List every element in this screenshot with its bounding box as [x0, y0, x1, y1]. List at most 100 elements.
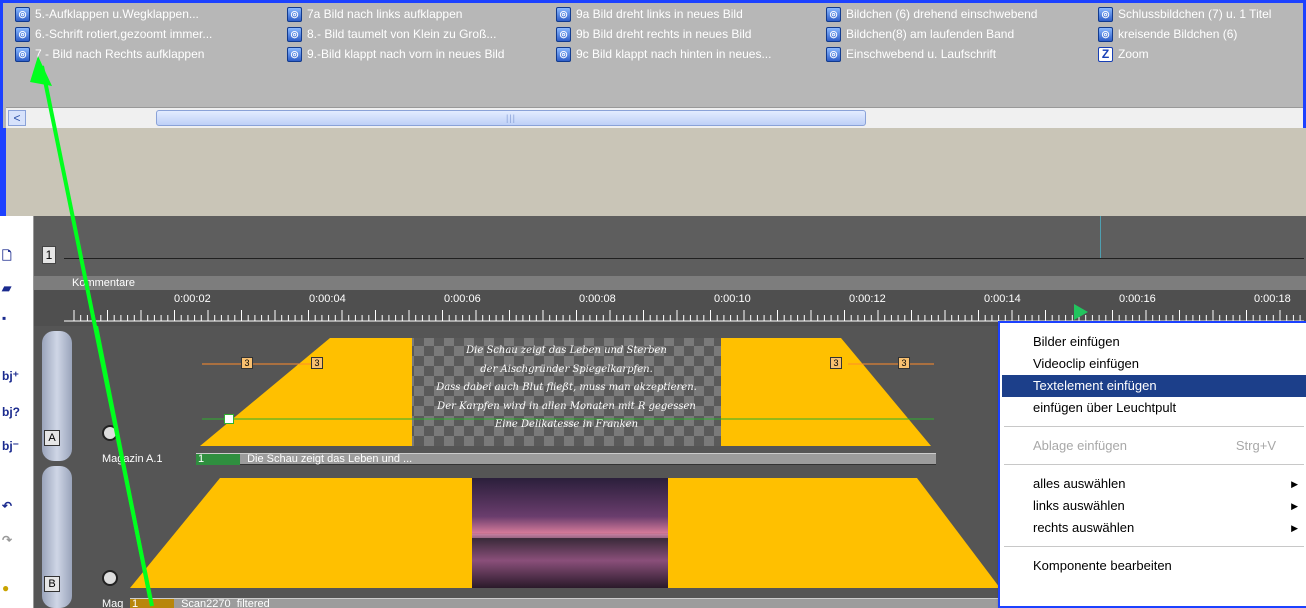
effect-item[interactable]: ◎ 8.- Bild taumelt von Klein zu Groß... [287, 24, 496, 44]
track-b-name: Mag [102, 598, 124, 608]
keyframe-marker[interactable]: 3 [898, 357, 910, 369]
left-toolbar: 🗋 ▰ ▪ bj⁺ bj? bj⁻ ↶ ↷ ● [0, 216, 34, 608]
menu-item-leuchtpult[interactable]: einfügen über Leuchtpult [1002, 397, 1306, 419]
undo-icon[interactable]: ↶ [2, 496, 22, 516]
ruler-label: 0:00:12 [849, 293, 886, 305]
effect-item[interactable]: ◎ 5.-Aufklappen u.Wegklappen... [15, 4, 199, 24]
clip-number: 1 [130, 599, 174, 608]
effect-item[interactable]: ◎ 7a Bild nach links aufklappen [287, 4, 462, 24]
effect-item[interactable]: ◎ 6.-Schrift rotiert,gezoomt immer... [15, 24, 212, 44]
overlay-line: Die Schau zeigt das Leben und Sterben [466, 345, 667, 356]
effect-item[interactable]: ◎ Schlussbildchen (7) u. 1 Titel [1098, 4, 1271, 24]
effect-label: Zoom [1118, 47, 1149, 61]
clip-b-fade-out [668, 478, 1000, 588]
effect-icon: ◎ [556, 6, 571, 22]
effect-item[interactable]: Z Zoom [1098, 44, 1149, 64]
menu-item-alles-auswaehlen[interactable]: alles auswählen ▶ [1002, 473, 1306, 495]
effect-item[interactable]: ◎ 9.-Bild klappt nach vorn in neues Bild [287, 44, 504, 64]
effect-label: Schlussbildchen (7) u. 1 Titel [1118, 7, 1272, 21]
ruler-label: 0:00:04 [309, 293, 346, 305]
effect-icon: ◎ [826, 26, 841, 42]
track-a-clip-bar[interactable]: 1 Die Schau zeigt das Leben und ... [196, 453, 936, 465]
remove-object-icon[interactable]: bj⁻ [2, 436, 22, 456]
film-reel-icon[interactable] [102, 570, 118, 586]
effect-label: Bildchen (6) drehend einschwebend [846, 7, 1038, 21]
effect-label: 9c Bild klappt nach hinten in neues... [576, 47, 772, 61]
menu-separator [1004, 464, 1304, 465]
redo-icon[interactable]: ↷ [2, 530, 22, 550]
menu-item-videoclip-einfuegen[interactable]: Videoclip einfügen [1002, 353, 1306, 375]
submenu-arrow-icon: ▶ [1291, 523, 1298, 533]
overlay-line: Dass dabei auch Blut fließt, muss man ak… [436, 382, 697, 393]
effect-item[interactable]: ◎ kreisende Bildchen (6) [1098, 24, 1237, 44]
effect-item[interactable]: ◎ 9c Bild klappt nach hinten in neues... [556, 44, 771, 64]
text-overlay: Die Schau zeigt das Leben und Sterben de… [412, 342, 721, 435]
submenu-arrow-icon: ▶ [1291, 501, 1298, 511]
comment-track-line [64, 258, 1304, 259]
scroll-left-button[interactable]: < [8, 110, 26, 126]
horizontal-scrollbar[interactable]: < ||| [6, 107, 1303, 129]
effect-icon: ◎ [15, 46, 30, 62]
effect-icon: ◎ [556, 46, 571, 62]
effect-icon: ◎ [1098, 26, 1113, 42]
track-a-name: Magazin A.1 [102, 453, 163, 465]
app-window: ◎ 5.-Aufklappen u.Wegklappen... ◎ 6.-Schri… [0, 0, 1306, 608]
effect-icon: ◎ [15, 6, 30, 22]
object-help-icon[interactable]: bj? [2, 402, 22, 422]
effect-item[interactable]: ◎ 9b Bild dreht rechts in neues Bild [556, 24, 751, 44]
ruler-label: 0:00:06 [444, 293, 481, 305]
overlay-line: Eine Delikatesse in Franken [494, 419, 639, 430]
preview-area [6, 128, 1306, 216]
menu-item-rechts-auswaehlen[interactable]: rechts auswählen ▶ [1002, 517, 1306, 539]
add-object-icon[interactable]: bj⁺ [2, 366, 22, 386]
scrollbar-thumb[interactable]: ||| [156, 110, 866, 126]
overlay-line: der Aischgründer Spiegelkarpfen. [480, 363, 653, 375]
effect-label: 5.-Aufklappen u.Wegklappen... [35, 7, 199, 21]
menu-item-komponente-bearbeiten[interactable]: Komponente bearbeiten [1002, 555, 1306, 577]
menu-item-links-auswaehlen[interactable]: links auswählen ▶ [1002, 495, 1306, 517]
comment-track-label: Kommentare [34, 276, 1306, 290]
clip-number: 1 [196, 454, 240, 465]
ruler-label: 0:00:18 [1254, 293, 1291, 305]
keyframe-point[interactable] [224, 414, 234, 424]
effect-icon: ◎ [287, 46, 302, 62]
keyframe-marker[interactable]: 3 [830, 357, 842, 369]
ruler-label: 0:00:16 [1119, 293, 1156, 305]
track-b-clip-bar[interactable]: 1 Scan2270_filtered [130, 598, 1000, 608]
submenu-arrow-icon: ▶ [1291, 479, 1298, 489]
zoom-icon: Z [1098, 46, 1113, 62]
effect-item[interactable]: ◎ Einschwebend u. Laufschrift [826, 44, 996, 64]
effect-icon: ◎ [826, 6, 841, 22]
save-icon[interactable]: ▪ [2, 308, 22, 328]
new-file-icon[interactable]: 🗋 [2, 246, 22, 266]
menu-item-label: einfügen über Leuchtpult [1033, 400, 1177, 415]
comment-track[interactable]: 1 [34, 216, 1306, 276]
keyframe-marker[interactable]: 3 [311, 357, 323, 369]
open-folder-icon[interactable]: ▰ [2, 278, 22, 298]
menu-item-ablage-einfuegen[interactable]: Ablage einfügen Strg+V [1002, 435, 1306, 457]
menu-item-label: alles auswählen [1033, 476, 1126, 491]
effect-item[interactable]: ◎ Bildchen (6) drehend einschwebend [826, 4, 1037, 24]
menu-item-bilder-einfuegen[interactable]: Bilder einfügen [1002, 331, 1306, 353]
effect-item[interactable]: ◎ Bildchen(8) am laufenden Band [826, 24, 1014, 44]
effect-item[interactable]: ◎ 9a Bild dreht links in neues Bild [556, 4, 743, 24]
clip-title: Scan2270_filtered [181, 598, 270, 608]
clip-title: Die Schau zeigt das Leben und ... [247, 453, 413, 465]
effect-item[interactable]: ◎ 7 - Bild nach Rechts aufklappen [15, 44, 204, 64]
video-thumbnail [472, 478, 668, 588]
menu-item-label: Komponente bearbeiten [1033, 558, 1172, 573]
color-icon[interactable]: ● [2, 578, 22, 598]
menu-item-textelement-einfuegen[interactable]: Textelement einfügen [1002, 375, 1306, 397]
grip-icon: ||| [505, 113, 517, 123]
effect-label: 9.-Bild klappt nach vorn in neues Bild [307, 47, 505, 61]
ruler-label: 0:00:08 [579, 293, 616, 305]
track-number: 1 [42, 246, 56, 264]
menu-item-label: Ablage einfügen [1033, 438, 1127, 453]
film-reel-icon[interactable] [102, 425, 118, 441]
effect-icon: ◎ [287, 26, 302, 42]
menu-item-label: rechts auswählen [1033, 520, 1135, 535]
keyframe-marker[interactable]: 3 [241, 357, 253, 369]
effect-label: 7a Bild nach links aufklappen [307, 7, 463, 21]
menu-item-label: Textelement einfügen [1033, 378, 1157, 393]
effect-icon: ◎ [15, 26, 30, 42]
